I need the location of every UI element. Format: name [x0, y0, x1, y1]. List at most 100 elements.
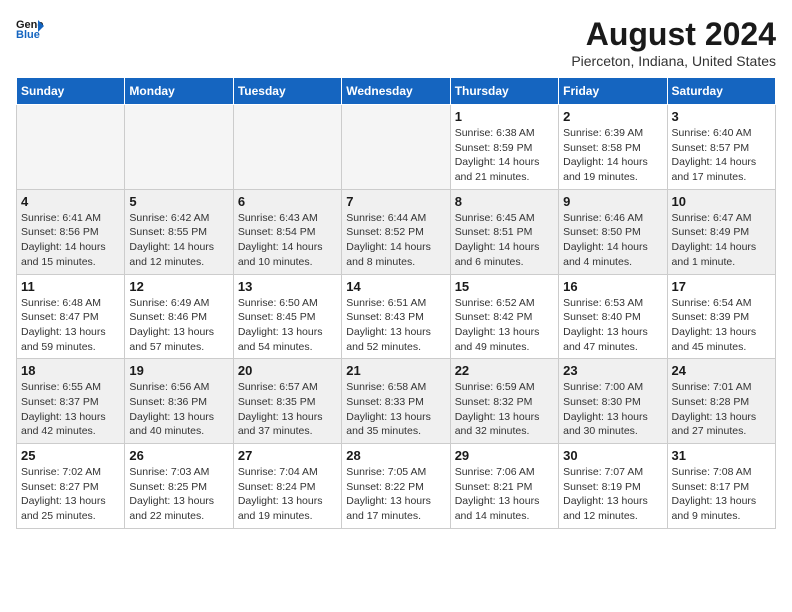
- calendar-cell: 31 Sunrise: 7:08 AM Sunset: 8:17 PM Dayli…: [667, 444, 775, 529]
- calendar-week-row: 18 Sunrise: 6:55 AM Sunset: 8:37 PM Dayli…: [17, 359, 776, 444]
- day-number: 27: [238, 448, 337, 463]
- day-number: 1: [455, 109, 554, 124]
- day-info: Sunrise: 6:50 AM Sunset: 8:45 PM Dayligh…: [238, 296, 337, 355]
- day-number: 15: [455, 279, 554, 294]
- page-title: August 2024: [571, 16, 776, 53]
- calendar-cell: 19 Sunrise: 6:56 AM Sunset: 8:36 PM Dayli…: [125, 359, 233, 444]
- calendar-cell: 27 Sunrise: 7:04 AM Sunset: 8:24 PM Dayli…: [233, 444, 341, 529]
- day-info: Sunrise: 6:40 AM Sunset: 8:57 PM Dayligh…: [672, 126, 771, 185]
- weekday-header-sunday: Sunday: [17, 78, 125, 105]
- calendar-week-row: 11Sunrise: 6:48 AM Sunset: 8:47 PM Dayli…: [17, 274, 776, 359]
- day-info: Sunrise: 6:38 AM Sunset: 8:59 PM Dayligh…: [455, 126, 554, 185]
- day-number: 19: [129, 363, 228, 378]
- day-info: Sunrise: 7:07 AM Sunset: 8:19 PM Dayligh…: [563, 465, 662, 524]
- day-info: Sunrise: 7:06 AM Sunset: 8:21 PM Dayligh…: [455, 465, 554, 524]
- day-number: 14: [346, 279, 445, 294]
- title-area: August 2024 Pierceton, Indiana, United S…: [571, 16, 776, 69]
- calendar-cell: 24Sunrise: 7:01 AM Sunset: 8:28 PM Dayli…: [667, 359, 775, 444]
- calendar-week-row: 25Sunrise: 7:02 AM Sunset: 8:27 PM Dayli…: [17, 444, 776, 529]
- day-number: 2: [563, 109, 662, 124]
- day-info: Sunrise: 6:58 AM Sunset: 8:33 PM Dayligh…: [346, 380, 445, 439]
- calendar-cell: 29 Sunrise: 7:06 AM Sunset: 8:21 PM Dayli…: [450, 444, 558, 529]
- day-info: Sunrise: 6:51 AM Sunset: 8:43 PM Dayligh…: [346, 296, 445, 355]
- day-info: Sunrise: 6:59 AM Sunset: 8:32 PM Dayligh…: [455, 380, 554, 439]
- day-info: Sunrise: 7:05 AM Sunset: 8:22 PM Dayligh…: [346, 465, 445, 524]
- day-info: Sunrise: 6:49 AM Sunset: 8:46 PM Dayligh…: [129, 296, 228, 355]
- logo-icon: General Blue: [16, 16, 44, 40]
- day-number: 9: [563, 194, 662, 209]
- day-info: Sunrise: 6:52 AM Sunset: 8:42 PM Dayligh…: [455, 296, 554, 355]
- calendar-cell: [233, 105, 341, 190]
- day-info: Sunrise: 7:01 AM Sunset: 8:28 PM Dayligh…: [672, 380, 771, 439]
- day-info: Sunrise: 6:46 AM Sunset: 8:50 PM Dayligh…: [563, 211, 662, 270]
- day-number: 13: [238, 279, 337, 294]
- svg-text:Blue: Blue: [16, 29, 40, 40]
- day-number: 12: [129, 279, 228, 294]
- calendar-cell: 22 Sunrise: 6:59 AM Sunset: 8:32 PM Dayli…: [450, 359, 558, 444]
- calendar-cell: 20Sunrise: 6:57 AM Sunset: 8:35 PM Dayli…: [233, 359, 341, 444]
- weekday-header-thursday: Thursday: [450, 78, 558, 105]
- calendar-cell: 18 Sunrise: 6:55 AM Sunset: 8:37 PM Dayli…: [17, 359, 125, 444]
- weekday-header-monday: Monday: [125, 78, 233, 105]
- calendar-cell: 12 Sunrise: 6:49 AM Sunset: 8:46 PM Dayli…: [125, 274, 233, 359]
- day-info: Sunrise: 7:04 AM Sunset: 8:24 PM Dayligh…: [238, 465, 337, 524]
- calendar-cell: [342, 105, 450, 190]
- day-info: Sunrise: 6:41 AM Sunset: 8:56 PM Dayligh…: [21, 211, 120, 270]
- calendar-cell: 9 Sunrise: 6:46 AM Sunset: 8:50 PM Daylig…: [559, 189, 667, 274]
- calendar-table: SundayMondayTuesdayWednesdayThursdayFrid…: [16, 77, 776, 529]
- calendar-cell: 28 Sunrise: 7:05 AM Sunset: 8:22 PM Dayli…: [342, 444, 450, 529]
- day-number: 22: [455, 363, 554, 378]
- day-info: Sunrise: 7:02 AM Sunset: 8:27 PM Dayligh…: [21, 465, 120, 524]
- day-number: 7: [346, 194, 445, 209]
- calendar-cell: 10 Sunrise: 6:47 AM Sunset: 8:49 PM Dayli…: [667, 189, 775, 274]
- day-info: Sunrise: 6:47 AM Sunset: 8:49 PM Dayligh…: [672, 211, 771, 270]
- calendar-cell: 1 Sunrise: 6:38 AM Sunset: 8:59 PM Daylig…: [450, 105, 558, 190]
- calendar-week-row: 4Sunrise: 6:41 AM Sunset: 8:56 PM Daylig…: [17, 189, 776, 274]
- day-info: Sunrise: 7:00 AM Sunset: 8:30 PM Dayligh…: [563, 380, 662, 439]
- calendar-cell: [125, 105, 233, 190]
- day-number: 28: [346, 448, 445, 463]
- day-number: 10: [672, 194, 771, 209]
- calendar-cell: 6Sunrise: 6:43 AM Sunset: 8:54 PM Daylig…: [233, 189, 341, 274]
- calendar-cell: 11Sunrise: 6:48 AM Sunset: 8:47 PM Dayli…: [17, 274, 125, 359]
- page-subtitle: Pierceton, Indiana, United States: [571, 53, 776, 69]
- day-number: 23: [563, 363, 662, 378]
- day-number: 3: [672, 109, 771, 124]
- calendar-cell: 2 Sunrise: 6:39 AM Sunset: 8:58 PM Daylig…: [559, 105, 667, 190]
- day-info: Sunrise: 6:55 AM Sunset: 8:37 PM Dayligh…: [21, 380, 120, 439]
- calendar-week-row: 1 Sunrise: 6:38 AM Sunset: 8:59 PM Daylig…: [17, 105, 776, 190]
- page-header: General Blue August 2024 Pierceton, Indi…: [16, 16, 776, 69]
- day-info: Sunrise: 7:08 AM Sunset: 8:17 PM Dayligh…: [672, 465, 771, 524]
- day-info: Sunrise: 6:45 AM Sunset: 8:51 PM Dayligh…: [455, 211, 554, 270]
- calendar-cell: 23 Sunrise: 7:00 AM Sunset: 8:30 PM Dayli…: [559, 359, 667, 444]
- weekday-header-friday: Friday: [559, 78, 667, 105]
- calendar-cell: 7Sunrise: 6:44 AM Sunset: 8:52 PM Daylig…: [342, 189, 450, 274]
- day-info: Sunrise: 6:57 AM Sunset: 8:35 PM Dayligh…: [238, 380, 337, 439]
- calendar-cell: 8 Sunrise: 6:45 AM Sunset: 8:51 PM Daylig…: [450, 189, 558, 274]
- calendar-cell: 3 Sunrise: 6:40 AM Sunset: 8:57 PM Daylig…: [667, 105, 775, 190]
- day-info: Sunrise: 6:43 AM Sunset: 8:54 PM Dayligh…: [238, 211, 337, 270]
- day-number: 31: [672, 448, 771, 463]
- calendar-cell: 13 Sunrise: 6:50 AM Sunset: 8:45 PM Dayli…: [233, 274, 341, 359]
- day-info: Sunrise: 6:48 AM Sunset: 8:47 PM Dayligh…: [21, 296, 120, 355]
- calendar-cell: 21Sunrise: 6:58 AM Sunset: 8:33 PM Dayli…: [342, 359, 450, 444]
- day-info: Sunrise: 6:39 AM Sunset: 8:58 PM Dayligh…: [563, 126, 662, 185]
- calendar-cell: 4Sunrise: 6:41 AM Sunset: 8:56 PM Daylig…: [17, 189, 125, 274]
- calendar-cell: 26 Sunrise: 7:03 AM Sunset: 8:25 PM Dayli…: [125, 444, 233, 529]
- day-info: Sunrise: 7:03 AM Sunset: 8:25 PM Dayligh…: [129, 465, 228, 524]
- day-number: 8: [455, 194, 554, 209]
- weekday-header-wednesday: Wednesday: [342, 78, 450, 105]
- day-number: 26: [129, 448, 228, 463]
- day-info: Sunrise: 6:53 AM Sunset: 8:40 PM Dayligh…: [563, 296, 662, 355]
- calendar-cell: 14 Sunrise: 6:51 AM Sunset: 8:43 PM Dayli…: [342, 274, 450, 359]
- day-number: 5: [129, 194, 228, 209]
- day-number: 30: [563, 448, 662, 463]
- day-number: 29: [455, 448, 554, 463]
- day-info: Sunrise: 6:54 AM Sunset: 8:39 PM Dayligh…: [672, 296, 771, 355]
- calendar-cell: 5Sunrise: 6:42 AM Sunset: 8:55 PM Daylig…: [125, 189, 233, 274]
- calendar-cell: 25Sunrise: 7:02 AM Sunset: 8:27 PM Dayli…: [17, 444, 125, 529]
- calendar-cell: 17Sunrise: 6:54 AM Sunset: 8:39 PM Dayli…: [667, 274, 775, 359]
- day-number: 16: [563, 279, 662, 294]
- day-number: 18: [21, 363, 120, 378]
- day-info: Sunrise: 6:56 AM Sunset: 8:36 PM Dayligh…: [129, 380, 228, 439]
